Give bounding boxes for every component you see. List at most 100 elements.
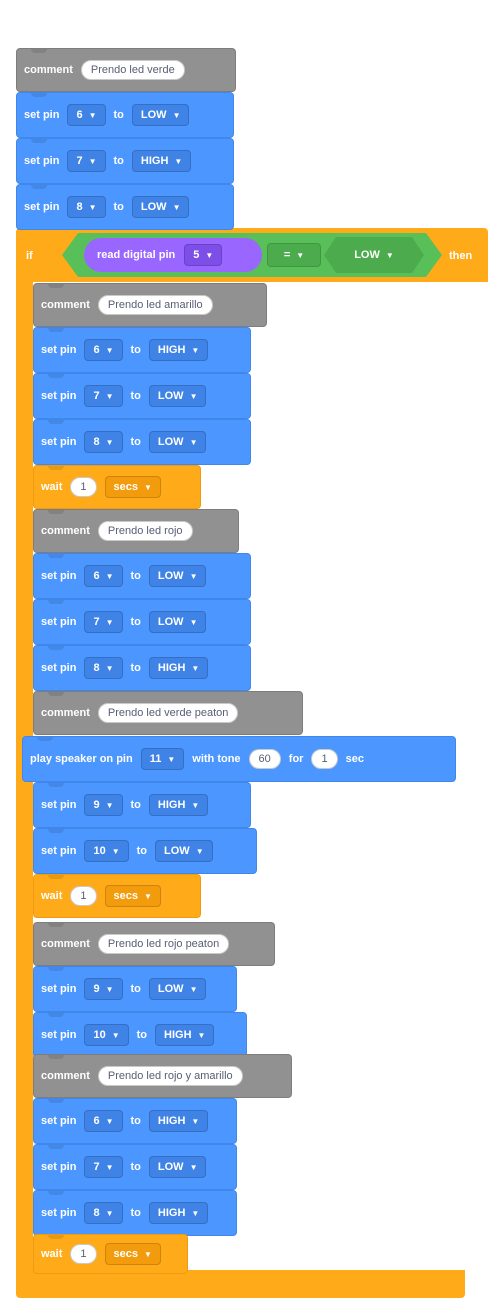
wait-amount-input[interactable]: 1 — [70, 886, 97, 906]
level-dropdown[interactable]: HIGH ▼ — [148, 1110, 209, 1132]
set-pin-label: set pin — [41, 845, 77, 857]
level-dropdown[interactable]: HIGH ▼ — [148, 794, 209, 816]
set-pin-block[interactable]: set pin 6 ▼ to LOW ▼ — [16, 92, 234, 138]
pin-dropdown[interactable]: 8 ▼ — [84, 657, 123, 679]
comment-text[interactable]: Prendo led rojo — [97, 521, 193, 541]
set-pin-block[interactable]: set pin 6 ▼ to HIGH ▼ — [33, 327, 251, 373]
wait-block[interactable]: wait 1 secs ▼ — [33, 874, 201, 918]
units-dropdown[interactable]: secs ▼ — [104, 476, 161, 498]
pin-dropdown[interactable]: 8 ▼ — [84, 431, 123, 453]
chevron-down-icon: ▼ — [105, 437, 114, 447]
pin-dropdown[interactable]: 8 ▼ — [67, 196, 106, 218]
level-dropdown[interactable]: LOW ▼ — [324, 237, 424, 273]
comment-block[interactable]: comment Prendo led verde peaton — [33, 691, 303, 735]
for-label: for — [288, 753, 304, 765]
pin-dropdown[interactable]: 7 ▼ — [67, 150, 106, 172]
comment-text[interactable]: Prendo led verde peaton — [97, 703, 239, 723]
chevron-down-icon: ▼ — [111, 846, 120, 856]
level-dropdown[interactable]: HIGH ▼ — [155, 1024, 215, 1046]
comment-text[interactable]: Prendo led rojo y amarillo — [97, 1066, 243, 1086]
set-pin-block[interactable]: set pin 8 ▼ to LOW ▼ — [16, 184, 234, 230]
pin-dropdown[interactable]: 6 ▼ — [84, 1110, 123, 1132]
pin-dropdown[interactable]: 10 ▼ — [84, 840, 129, 862]
set-pin-block[interactable]: set pin 7 ▼ to LOW ▼ — [33, 1144, 237, 1190]
comment-block[interactable]: comment Prendo led amarillo — [33, 283, 267, 327]
set-pin-block[interactable]: set pin 9 ▼ to HIGH ▼ — [33, 782, 251, 828]
set-pin-block[interactable]: set pin 7 ▼ to LOW ▼ — [33, 373, 251, 419]
if-block-bottom[interactable] — [16, 1270, 465, 1298]
tone-input[interactable]: 60 — [248, 749, 281, 769]
level-dropdown[interactable]: LOW ▼ — [148, 1156, 207, 1178]
pin-dropdown[interactable]: 6 ▼ — [84, 565, 123, 587]
set-pin-block[interactable]: set pin 8 ▼ to HIGH ▼ — [33, 645, 251, 691]
read-pin-dropdown[interactable]: 5 ▼ — [184, 244, 223, 266]
level-dropdown[interactable]: LOW ▼ — [148, 431, 207, 453]
set-pin-block[interactable]: set pin 10 ▼ to LOW ▼ — [33, 828, 257, 874]
set-pin-block[interactable]: set pin 10 ▼ to HIGH ▼ — [33, 1012, 247, 1058]
to-label: to — [130, 662, 141, 674]
comment-block[interactable]: comment Prendo led rojo — [33, 509, 239, 553]
level-dropdown[interactable]: HIGH ▼ — [148, 657, 209, 679]
speaker-pin-dropdown[interactable]: 11 ▼ — [140, 748, 185, 770]
chevron-down-icon: ▼ — [189, 984, 198, 994]
units-dropdown[interactable]: secs ▼ — [104, 1243, 161, 1265]
set-pin-block[interactable]: set pin 7 ▼ to HIGH ▼ — [16, 138, 234, 184]
pin-dropdown[interactable]: 7 ▼ — [84, 1156, 123, 1178]
comment-block[interactable]: comment Prendo led verde — [16, 48, 236, 92]
pin-dropdown[interactable]: 9 ▼ — [84, 978, 123, 1000]
chevron-down-icon: ▼ — [296, 250, 305, 260]
comment-text[interactable]: Prendo led amarillo — [97, 295, 213, 315]
comment-block[interactable]: comment Prendo led rojo y amarillo — [33, 1054, 292, 1098]
operator-dropdown[interactable]: = ▼ — [267, 243, 321, 267]
comment-text[interactable]: Prendo led verde — [80, 60, 185, 80]
level-dropdown[interactable]: HIGH ▼ — [148, 1202, 209, 1224]
pin-dropdown[interactable]: 6 ▼ — [67, 104, 106, 126]
level-dropdown[interactable]: LOW ▼ — [131, 104, 190, 126]
level-dropdown[interactable]: LOW ▼ — [131, 196, 190, 218]
comment-block[interactable]: comment Prendo led rojo peaton — [33, 922, 275, 966]
chevron-down-icon: ▼ — [191, 800, 200, 810]
wait-label: wait — [41, 481, 63, 493]
code-canvas[interactable]: if then read digital pin 5 ▼ = ▼ LOW ▼ comm… — [0, 0, 493, 1310]
read-digital-pin-block[interactable]: read digital pin 5 ▼ — [84, 238, 262, 272]
level-dropdown[interactable]: HIGH ▼ — [148, 339, 209, 361]
chevron-down-icon: ▼ — [189, 571, 198, 581]
wait-amount-input[interactable]: 1 — [70, 477, 97, 497]
chevron-down-icon: ▼ — [191, 663, 200, 673]
pin-dropdown[interactable]: 9 ▼ — [84, 794, 123, 816]
set-pin-label: set pin — [24, 155, 60, 167]
set-pin-block[interactable]: set pin 6 ▼ to LOW ▼ — [33, 553, 251, 599]
to-label: to — [130, 344, 141, 356]
pin-dropdown[interactable]: 7 ▼ — [84, 611, 123, 633]
level-dropdown[interactable]: HIGH ▼ — [131, 150, 192, 172]
wait-block[interactable]: wait 1 secs ▼ — [33, 1234, 188, 1274]
set-pin-block[interactable]: set pin 8 ▼ to HIGH ▼ — [33, 1190, 237, 1236]
pin-dropdown[interactable]: 6 ▼ — [84, 339, 123, 361]
to-label: to — [130, 1161, 141, 1173]
play-speaker-block[interactable]: play speaker on pin 11 ▼ with tone 60 for… — [22, 736, 456, 782]
set-pin-block[interactable]: set pin 9 ▼ to LOW ▼ — [33, 966, 237, 1012]
level-dropdown[interactable]: LOW ▼ — [148, 978, 207, 1000]
wait-amount-input[interactable]: 1 — [70, 1244, 97, 1264]
to-label: to — [130, 799, 141, 811]
set-pin-label: set pin — [24, 109, 60, 121]
to-label: to — [130, 983, 141, 995]
level-dropdown[interactable]: LOW ▼ — [148, 565, 207, 587]
set-pin-block[interactable]: set pin 6 ▼ to HIGH ▼ — [33, 1098, 237, 1144]
set-pin-block[interactable]: set pin 7 ▼ to LOW ▼ — [33, 599, 251, 645]
level-dropdown[interactable]: LOW ▼ — [155, 840, 213, 862]
pin-dropdown[interactable]: 10 ▼ — [84, 1024, 129, 1046]
with-tone-label: with tone — [192, 753, 241, 765]
units-dropdown[interactable]: secs ▼ — [104, 885, 161, 907]
pin-dropdown[interactable]: 8 ▼ — [84, 1202, 123, 1224]
chevron-down-icon: ▼ — [88, 202, 97, 212]
duration-input[interactable]: 1 — [311, 749, 338, 769]
level-dropdown[interactable]: LOW ▼ — [148, 611, 207, 633]
level-dropdown[interactable]: LOW ▼ — [148, 385, 207, 407]
set-pin-label: set pin — [41, 662, 77, 674]
set-pin-block[interactable]: set pin 8 ▼ to LOW ▼ — [33, 419, 251, 465]
pin-dropdown[interactable]: 7 ▼ — [84, 385, 123, 407]
comment-text[interactable]: Prendo led rojo peaton — [97, 934, 230, 954]
comment-label: comment — [41, 525, 90, 537]
wait-block[interactable]: wait 1 secs ▼ — [33, 465, 201, 509]
